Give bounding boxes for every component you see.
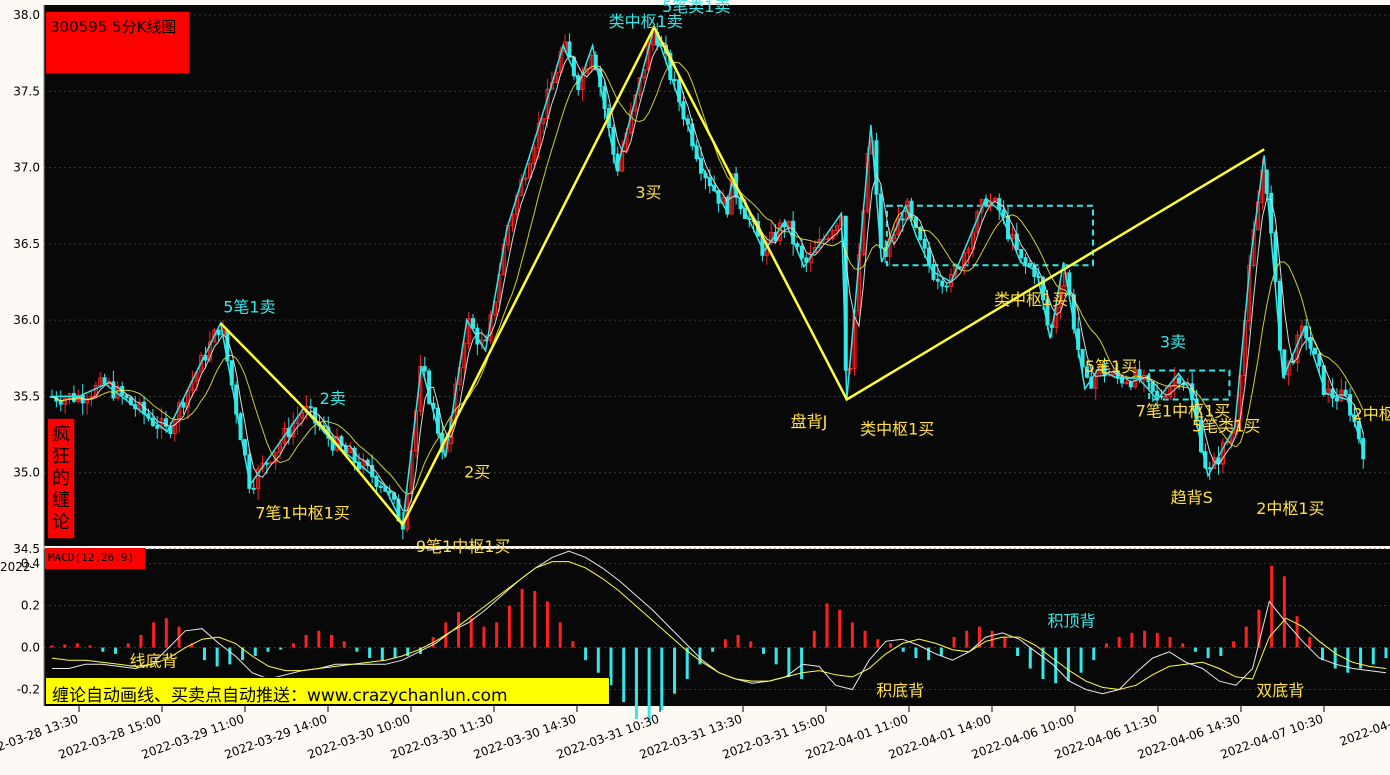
candle-body	[1001, 209, 1006, 217]
signal-annotation: 2中枢2买	[1353, 404, 1390, 423]
candle-body	[378, 485, 383, 488]
candle-body	[1334, 397, 1339, 402]
brand-char: 论	[52, 511, 70, 533]
candle-body	[935, 278, 940, 282]
candle-body	[1207, 467, 1212, 470]
signal-annotation: 类中枢1买	[994, 290, 1068, 309]
macd-tick-label: 0.0	[21, 641, 40, 655]
brand-char: 疯	[52, 423, 70, 445]
candle-body	[58, 400, 63, 405]
candle-body	[900, 218, 905, 221]
candle-body	[672, 79, 677, 82]
candle-body	[181, 402, 186, 408]
macd-label-box: MACD(12,26,9)	[45, 548, 145, 569]
candle-body	[1330, 388, 1335, 399]
signal-annotation: 5笔1卖	[223, 298, 275, 317]
signal-annotation: 5笔类1买	[1192, 417, 1260, 436]
price-tick-label: 38.0	[13, 8, 40, 22]
price-tick-label: 35.0	[13, 466, 40, 480]
stock-code-label: 300595 5分K线图	[50, 18, 177, 36]
candle-body	[1023, 257, 1028, 264]
signal-annotation: 类中枢1买	[860, 420, 934, 439]
signal-annotation: 3卖	[1160, 333, 1186, 352]
candle-body	[1163, 395, 1168, 398]
macd-annotation: 积底背	[876, 681, 924, 700]
candle-body	[922, 238, 927, 249]
candle-body	[71, 393, 76, 402]
signal-annotation: 9笔1中枢1买	[416, 537, 511, 556]
candle-body	[940, 280, 945, 287]
signal-annotation: 7笔1中枢1买	[255, 503, 350, 522]
stray-date-label: 2022-	[0, 560, 35, 574]
signal-annotation: 趋背S	[1171, 488, 1213, 507]
candle-body	[422, 366, 427, 372]
candle-body	[124, 394, 129, 399]
price-tick-label: 35.5	[13, 389, 40, 403]
signal-annotation: 2卖	[320, 389, 346, 408]
brand-char: 狂	[52, 445, 70, 467]
candle-body	[1155, 390, 1160, 397]
macd-annotation: 积顶背	[1047, 612, 1095, 631]
candle-body	[795, 243, 800, 247]
signal-annotation: 2买	[464, 462, 490, 481]
signal-annotation: 5笔1买	[1085, 357, 1137, 376]
promo-text: 缠论自动画线、买卖点自动推送：www.crazychanlun.com	[52, 686, 508, 706]
macd-tick-label: -0.2	[17, 683, 40, 697]
candle-body	[155, 424, 160, 429]
price-tick-label: 34.5	[13, 542, 40, 556]
price-tick-label: 36.0	[13, 313, 40, 327]
brand-char: 缠	[52, 489, 70, 511]
candle-body	[799, 245, 804, 259]
signal-annotation: 盘背J	[791, 412, 828, 431]
candle-body	[1080, 348, 1085, 368]
candle-body	[1313, 347, 1318, 355]
candle-body	[308, 406, 313, 409]
price-tick-label: 36.5	[13, 237, 40, 251]
candle-body	[471, 318, 476, 329]
brand-char: 的	[52, 467, 70, 489]
candle-body	[387, 490, 392, 494]
candle-body	[944, 285, 949, 288]
brand-side-box: 疯 狂 的 缠 论	[47, 418, 75, 539]
signal-annotation: 3买	[635, 183, 661, 202]
candle-body	[1128, 382, 1133, 388]
candle-body	[1019, 248, 1024, 259]
price-tick-label: 37.0	[13, 161, 40, 175]
signal-annotation: 2中枢1买	[1256, 499, 1324, 518]
kline-chart: 5笔1卖7笔1中枢1买2卖9笔1中枢1买2买类中枢1卖5笔类1卖3买盘背J 类中枢…	[0, 0, 1390, 775]
signal-annotation: 5笔类1卖	[662, 0, 730, 16]
candle-body	[1177, 377, 1182, 384]
candle-body	[1124, 382, 1129, 385]
macd-tick-label: 0.2	[21, 599, 40, 613]
price-tick-label: 37.5	[13, 84, 40, 98]
candle-body	[102, 377, 107, 385]
macd-annotation: 线底背	[130, 651, 178, 670]
candle-body	[1027, 262, 1032, 267]
candle-body	[1343, 389, 1348, 396]
stock-code-box: 300595 5分K线图	[45, 11, 190, 74]
candle-body	[251, 487, 256, 490]
candle-body	[567, 41, 572, 58]
promo-banner[interactable]: 缠论自动画线、买卖点自动推送：www.crazychanlun.com	[45, 677, 610, 706]
macd-label: MACD(12,26,9)	[48, 551, 135, 564]
macd-annotation: 双底背	[1256, 681, 1304, 700]
